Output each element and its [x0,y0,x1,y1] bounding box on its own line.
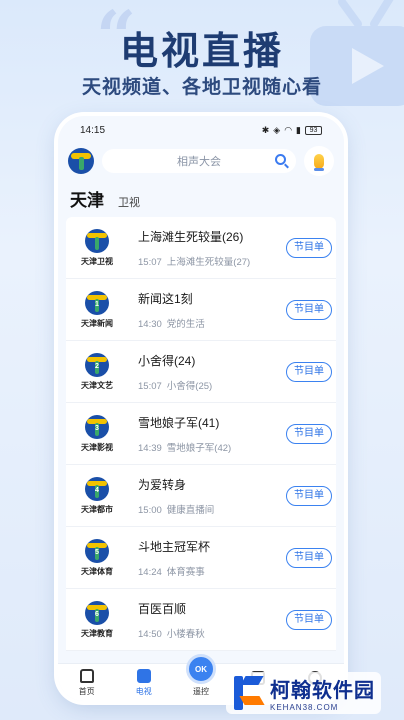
tv-nav-icon [136,669,151,683]
channel-logo: 天津卫视 [66,228,128,267]
next-program: 14:30 党的生活 [138,318,205,330]
nav-home-label: 首页 [78,687,95,696]
channel-row[interactable]: 4 天津都市 为爱转身 15:00 健康直播间 节目单 [66,465,336,527]
channel-logo-label: 天津都市 [81,504,113,514]
app-logo-icon[interactable] [68,148,94,174]
hero-subtitle: 天视频道、各地卫视随心看 [81,77,322,98]
top-bar: 相声大会 [58,144,344,178]
next-program: 14:50 小楼春秋 [138,628,205,640]
channel-logo-label: 天津卫视 [81,256,113,266]
current-program-title: 新闻这1刻 [138,291,193,306]
microphone-icon [314,153,324,169]
channel-logo: 3 天津影视 [66,414,128,453]
watermark-k-icon [230,674,266,712]
channel-row[interactable]: 2 天津文艺 小舍得(24) 15:07 小舍得(25) 节目单 [66,341,336,403]
channel-logo: 4 天津都市 [66,476,128,515]
channel-list: 天津卫视 上海滩生死较量(26) 15:07 上海滩生死较量(27) 节目单 1 … [58,217,344,651]
vibrate-icon: ◈ [273,124,281,135]
channel-logo-label: 天津体育 [81,566,113,576]
search-input[interactable]: 相声大会 [102,149,296,173]
nav-tv[interactable]: 电视 [122,669,166,697]
nav-home[interactable]: 首页 [65,669,109,697]
channel-logo: 5 天津体育 [66,538,128,577]
channel-emblem-icon [85,228,109,253]
program-guide-button[interactable]: 节目单 [286,609,332,630]
next-program: 15:07 上海滩生死较量(27) [138,256,251,268]
hero-title: 电视直播 [119,31,284,73]
voice-search-button[interactable] [304,146,334,176]
next-program: 15:07 小舍得(25) [138,380,213,392]
current-program-title: 雪地娘子军(41) [138,415,220,430]
channel-logo-label: 天津文艺 [81,380,113,390]
remote-ok-icon[interactable]: OK [185,654,216,684]
status-bar: 14:15 ✱ ◈ ◠ ▮ 93 [58,116,344,144]
bluetooth-icon: ✱ [261,124,270,135]
program-guide-button[interactable]: 节目单 [286,237,332,258]
channel-logo: 1 天津新闻 [66,290,128,329]
battery-icon: 93 [305,125,322,135]
nav-tv-label: 电视 [135,687,152,696]
channel-emblem-icon: 1 [85,290,109,315]
home-icon [79,669,94,683]
channel-logo-label: 天津新闻 [81,318,113,328]
watermark-domain: KEHAN38.COM [270,703,339,712]
status-icons: ✱ ◈ ◠ ▮ 93 [262,125,322,136]
channel-row[interactable]: 天津卫视 上海滩生死较量(26) 15:07 上海滩生死较量(27) 节目单 [66,217,336,279]
program-guide-button[interactable]: 节目单 [286,485,332,506]
current-program-title: 小舍得(24) [138,353,196,368]
watermark-name: 柯翰软件园 [270,680,375,702]
region-tab-satellite[interactable]: 卫视 [118,194,140,210]
nav-remote-label: 遥控 [192,687,209,696]
program-guide-button[interactable]: 节目单 [286,423,332,444]
current-program-title: 为爱转身 [138,477,187,492]
wifi-icon: ◠ [284,124,293,135]
channel-logo: 6 天津教育 [66,600,128,639]
signal-icon: ▮ [296,124,301,135]
program-guide-button[interactable]: 节目单 [286,547,332,568]
channel-logo: 2 天津文艺 [66,352,128,391]
current-program-title: 上海滩生死较量(26) [138,229,244,244]
phone-frame: 14:15 ✱ ◈ ◠ ▮ 93 相声大会 天津 卫视 天津卫视 上海滩生死较量… [58,116,344,701]
search-placeholder: 相声大会 [177,156,221,168]
nav-remote[interactable]: OK 遥控 [179,654,223,697]
program-guide-button[interactable]: 节目单 [286,361,332,382]
channel-emblem-icon: 4 [85,476,109,501]
status-time: 14:15 [80,124,106,136]
next-program: 14:24 体育赛事 [138,566,205,578]
watermark-logo: 柯翰软件园 KEHAN38.COM [226,672,381,714]
channel-emblem-icon: 3 [85,414,109,439]
channel-row[interactable]: 5 天津体育 斗地主冠军杯 14:24 体育赛事 节目单 [66,527,336,589]
region-selector: 天津 卫视 [58,178,344,217]
channel-emblem-icon: 2 [85,352,109,377]
next-program: 15:00 健康直播间 [138,504,215,516]
channel-row[interactable]: 1 天津新闻 新闻这1刻 14:30 党的生活 节目单 [66,279,336,341]
program-guide-button[interactable]: 节目单 [286,299,332,320]
current-program-title: 百医百顺 [138,601,187,616]
channel-row[interactable]: 6 天津教育 百医百顺 14:50 小楼春秋 节目单 [66,589,336,651]
current-program-title: 斗地主冠军杯 [138,539,211,554]
channel-logo-label: 天津教育 [81,628,113,638]
next-program: 14:39 雪地娘子军(42) [138,442,232,454]
region-tab-tianjin[interactable]: 天津 [70,186,104,211]
channel-row[interactable]: 3 天津影视 雪地娘子军(41) 14:39 雪地娘子军(42) 节目单 [66,403,336,465]
channel-emblem-icon: 5 [85,538,109,563]
channel-logo-label: 天津影视 [81,442,113,452]
channel-emblem-icon: 6 [85,600,109,625]
search-icon[interactable] [275,154,286,165]
